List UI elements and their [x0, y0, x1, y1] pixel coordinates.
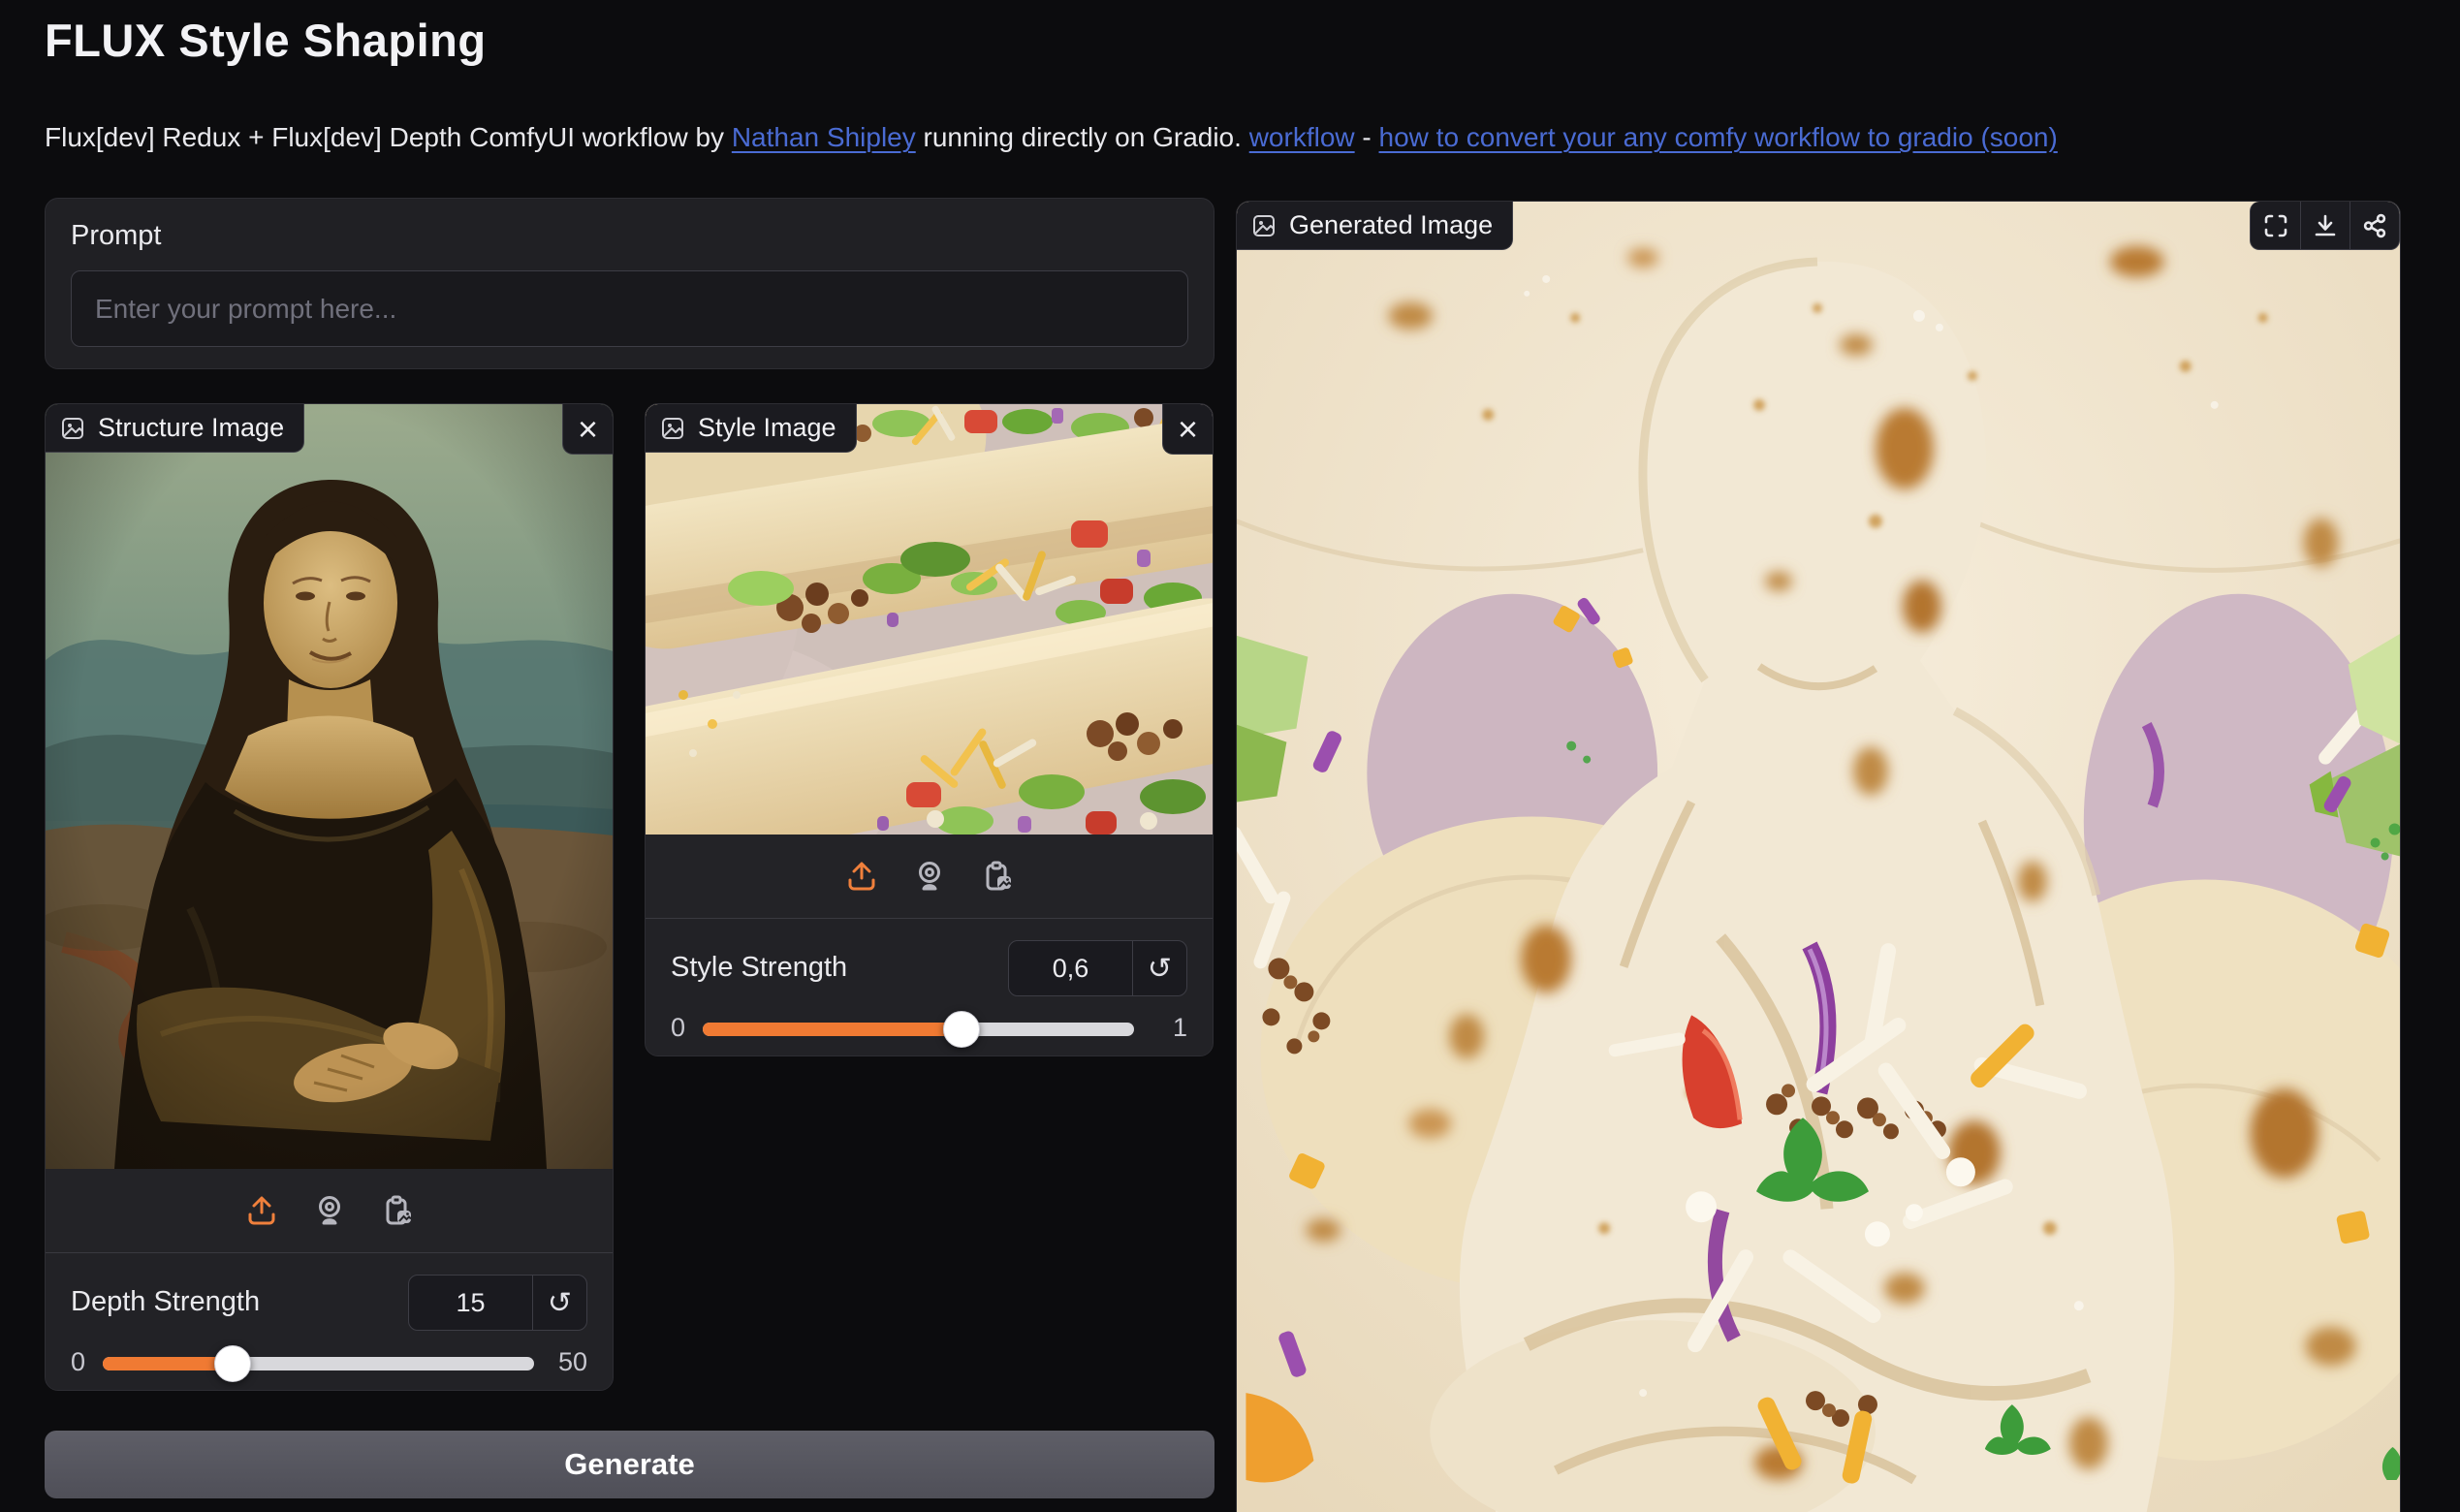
page-title: FLUX Style Shaping — [45, 14, 487, 67]
subtitle: Flux[dev] Redux + Flux[dev] Depth ComfyU… — [45, 122, 2058, 153]
slider-fill — [103, 1357, 233, 1370]
structure-image-badge: Structure Image — [46, 404, 304, 453]
app-root: FLUX Style Shaping Flux[dev] Redux + Flu… — [0, 0, 2460, 1512]
prompt-panel: Prompt — [45, 198, 1214, 369]
reset-glyph: ↺ — [548, 1286, 572, 1320]
slider-min-label: 0 — [671, 1013, 685, 1043]
generated-image-card[interactable]: Generated Image — [1236, 201, 2401, 1512]
upload-icon[interactable] — [240, 1189, 283, 1232]
image-icon — [660, 416, 685, 441]
slider-track[interactable] — [103, 1357, 534, 1370]
slider-max-label: 50 — [558, 1347, 587, 1377]
depth-strength-block: Depth Strength ↺ 0 50 — [46, 1253, 613, 1391]
style-strength-block: Style Strength ↺ 0 1 — [646, 919, 1213, 1056]
generated-photo — [1237, 202, 2400, 1512]
author-link[interactable]: Nathan Shipley — [732, 122, 916, 152]
reset-icon[interactable]: ↺ — [532, 1276, 586, 1330]
webcam-icon[interactable] — [908, 855, 951, 898]
style-image-card: Style Image × Style Strength ↺ 0 — [645, 403, 1214, 1056]
slider-fill — [703, 1023, 962, 1036]
upload-icon[interactable] — [840, 855, 883, 898]
style-strength-slider[interactable]: 0 1 — [646, 1010, 1213, 1051]
generate-button[interactable]: Generate — [45, 1431, 1214, 1498]
prompt-input[interactable] — [71, 270, 1188, 347]
structure-image-label: Structure Image — [98, 413, 284, 443]
style-source-row — [646, 835, 1213, 918]
prompt-label: Prompt — [71, 220, 161, 252]
structure-close-button[interactable]: × — [562, 404, 613, 455]
style-image-label: Style Image — [698, 413, 836, 443]
fullscreen-icon[interactable] — [2251, 202, 2300, 249]
slider-max-label: 1 — [1173, 1013, 1187, 1043]
depth-strength-slider[interactable]: 0 50 — [46, 1344, 613, 1385]
subtitle-text-1: Flux[dev] Redux + Flux[dev] Depth ComfyU… — [45, 122, 732, 152]
generated-image-label: Generated Image — [1289, 210, 1493, 240]
style-image[interactable]: Style Image × — [646, 404, 1213, 835]
style-image-badge: Style Image — [646, 404, 857, 453]
depth-strength-input[interactable] — [409, 1276, 532, 1330]
share-icon[interactable] — [2350, 202, 2399, 249]
tacos-photo — [646, 404, 1213, 835]
slider-handle[interactable] — [214, 1345, 251, 1382]
reset-glyph: ↺ — [1148, 952, 1172, 986]
howto-link[interactable]: how to convert your any comfy workflow t… — [1379, 122, 2058, 152]
clipboard-icon[interactable] — [376, 1189, 419, 1232]
subtitle-text-2: running directly on Gradio. — [916, 122, 1249, 152]
webcam-icon[interactable] — [308, 1189, 351, 1232]
mona-lisa-photo — [46, 404, 613, 1169]
image-icon — [1251, 213, 1277, 238]
image-icon — [60, 416, 85, 441]
style-strength-number-group: ↺ — [1008, 940, 1187, 996]
structure-image-card: Structure Image × Depth Strength ↺ 0 — [45, 403, 614, 1391]
depth-strength-label: Depth Strength — [71, 1286, 260, 1318]
structure-source-row — [46, 1169, 613, 1252]
generated-image-toolbar — [2250, 202, 2400, 250]
reset-icon[interactable]: ↺ — [1132, 941, 1186, 995]
close-icon: × — [1178, 409, 1198, 449]
slider-min-label: 0 — [71, 1347, 85, 1377]
download-icon[interactable] — [2300, 202, 2350, 249]
slider-handle[interactable] — [943, 1011, 980, 1048]
generated-image-badge: Generated Image — [1237, 202, 1513, 250]
style-strength-label: Style Strength — [671, 952, 847, 984]
structure-image[interactable]: Structure Image × — [46, 404, 613, 1169]
depth-strength-number-group: ↺ — [408, 1275, 587, 1331]
clipboard-icon[interactable] — [976, 855, 1019, 898]
close-icon: × — [578, 409, 598, 449]
style-close-button[interactable]: × — [1162, 404, 1213, 455]
style-strength-input[interactable] — [1009, 941, 1132, 995]
slider-track[interactable] — [703, 1023, 1134, 1036]
subtitle-text-3: - — [1355, 122, 1379, 152]
workflow-link[interactable]: workflow — [1249, 122, 1355, 152]
